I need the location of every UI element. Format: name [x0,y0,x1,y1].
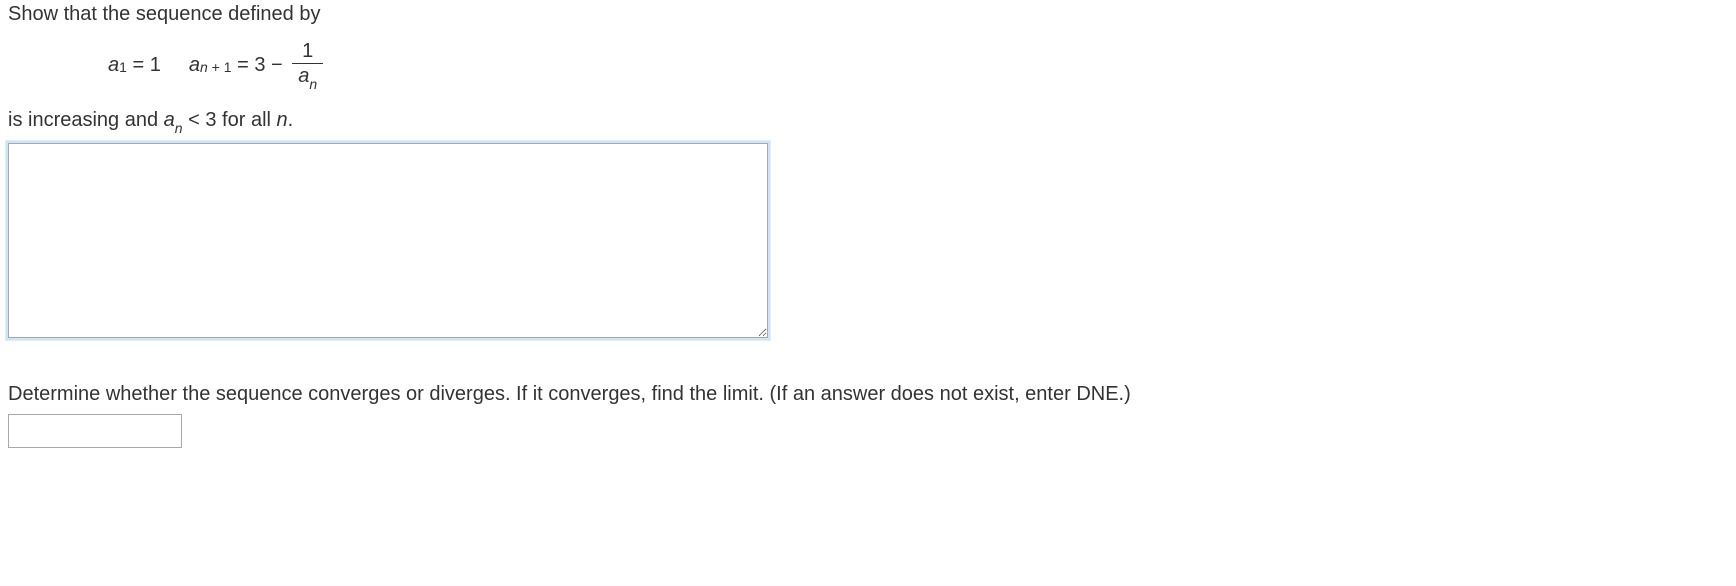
question-container: Show that the sequence defined by a1 = 1… [0,0,1736,468]
q1-l2-pre: is increasing and [8,109,164,131]
formula-eq1-rhs: 1 [150,54,161,77]
q1-l2-mid: < 3 for all [183,109,277,131]
q1-l2-var2: n [277,109,288,131]
formula-eq2-const: 3 [254,54,265,77]
question2-text: Determine whether the sequence converges… [8,383,1131,405]
spacer [8,338,1728,380]
question1-line1-text: Show that the sequence defined by [8,3,320,25]
question1-line2: is increasing and an < 3 for all n. [8,106,1728,137]
proof-textarea[interactable] [8,143,768,338]
formula-a1: a1 [108,54,127,77]
question1-line1: Show that the sequence defined by [8,0,1728,28]
formula-minus: − [265,54,288,77]
formula-an1: an + 1 [189,54,232,77]
limit-input[interactable] [8,414,182,448]
formula-fraction: 1 an [292,40,323,90]
q1-l2-var: a [164,109,175,131]
formula-eq1-equals: = [127,54,150,77]
fraction-den: an [292,63,323,90]
q1-l2-end: . [288,109,294,131]
q1-l2-sub: n [175,120,183,136]
question2-prompt: Determine whether the sequence converges… [8,380,1728,408]
fraction-num: 1 [296,40,319,63]
question1-formula: a1 = 1 an + 1 = 3 − 1 an [108,40,1728,90]
formula-eq2-equals: = [232,54,255,77]
